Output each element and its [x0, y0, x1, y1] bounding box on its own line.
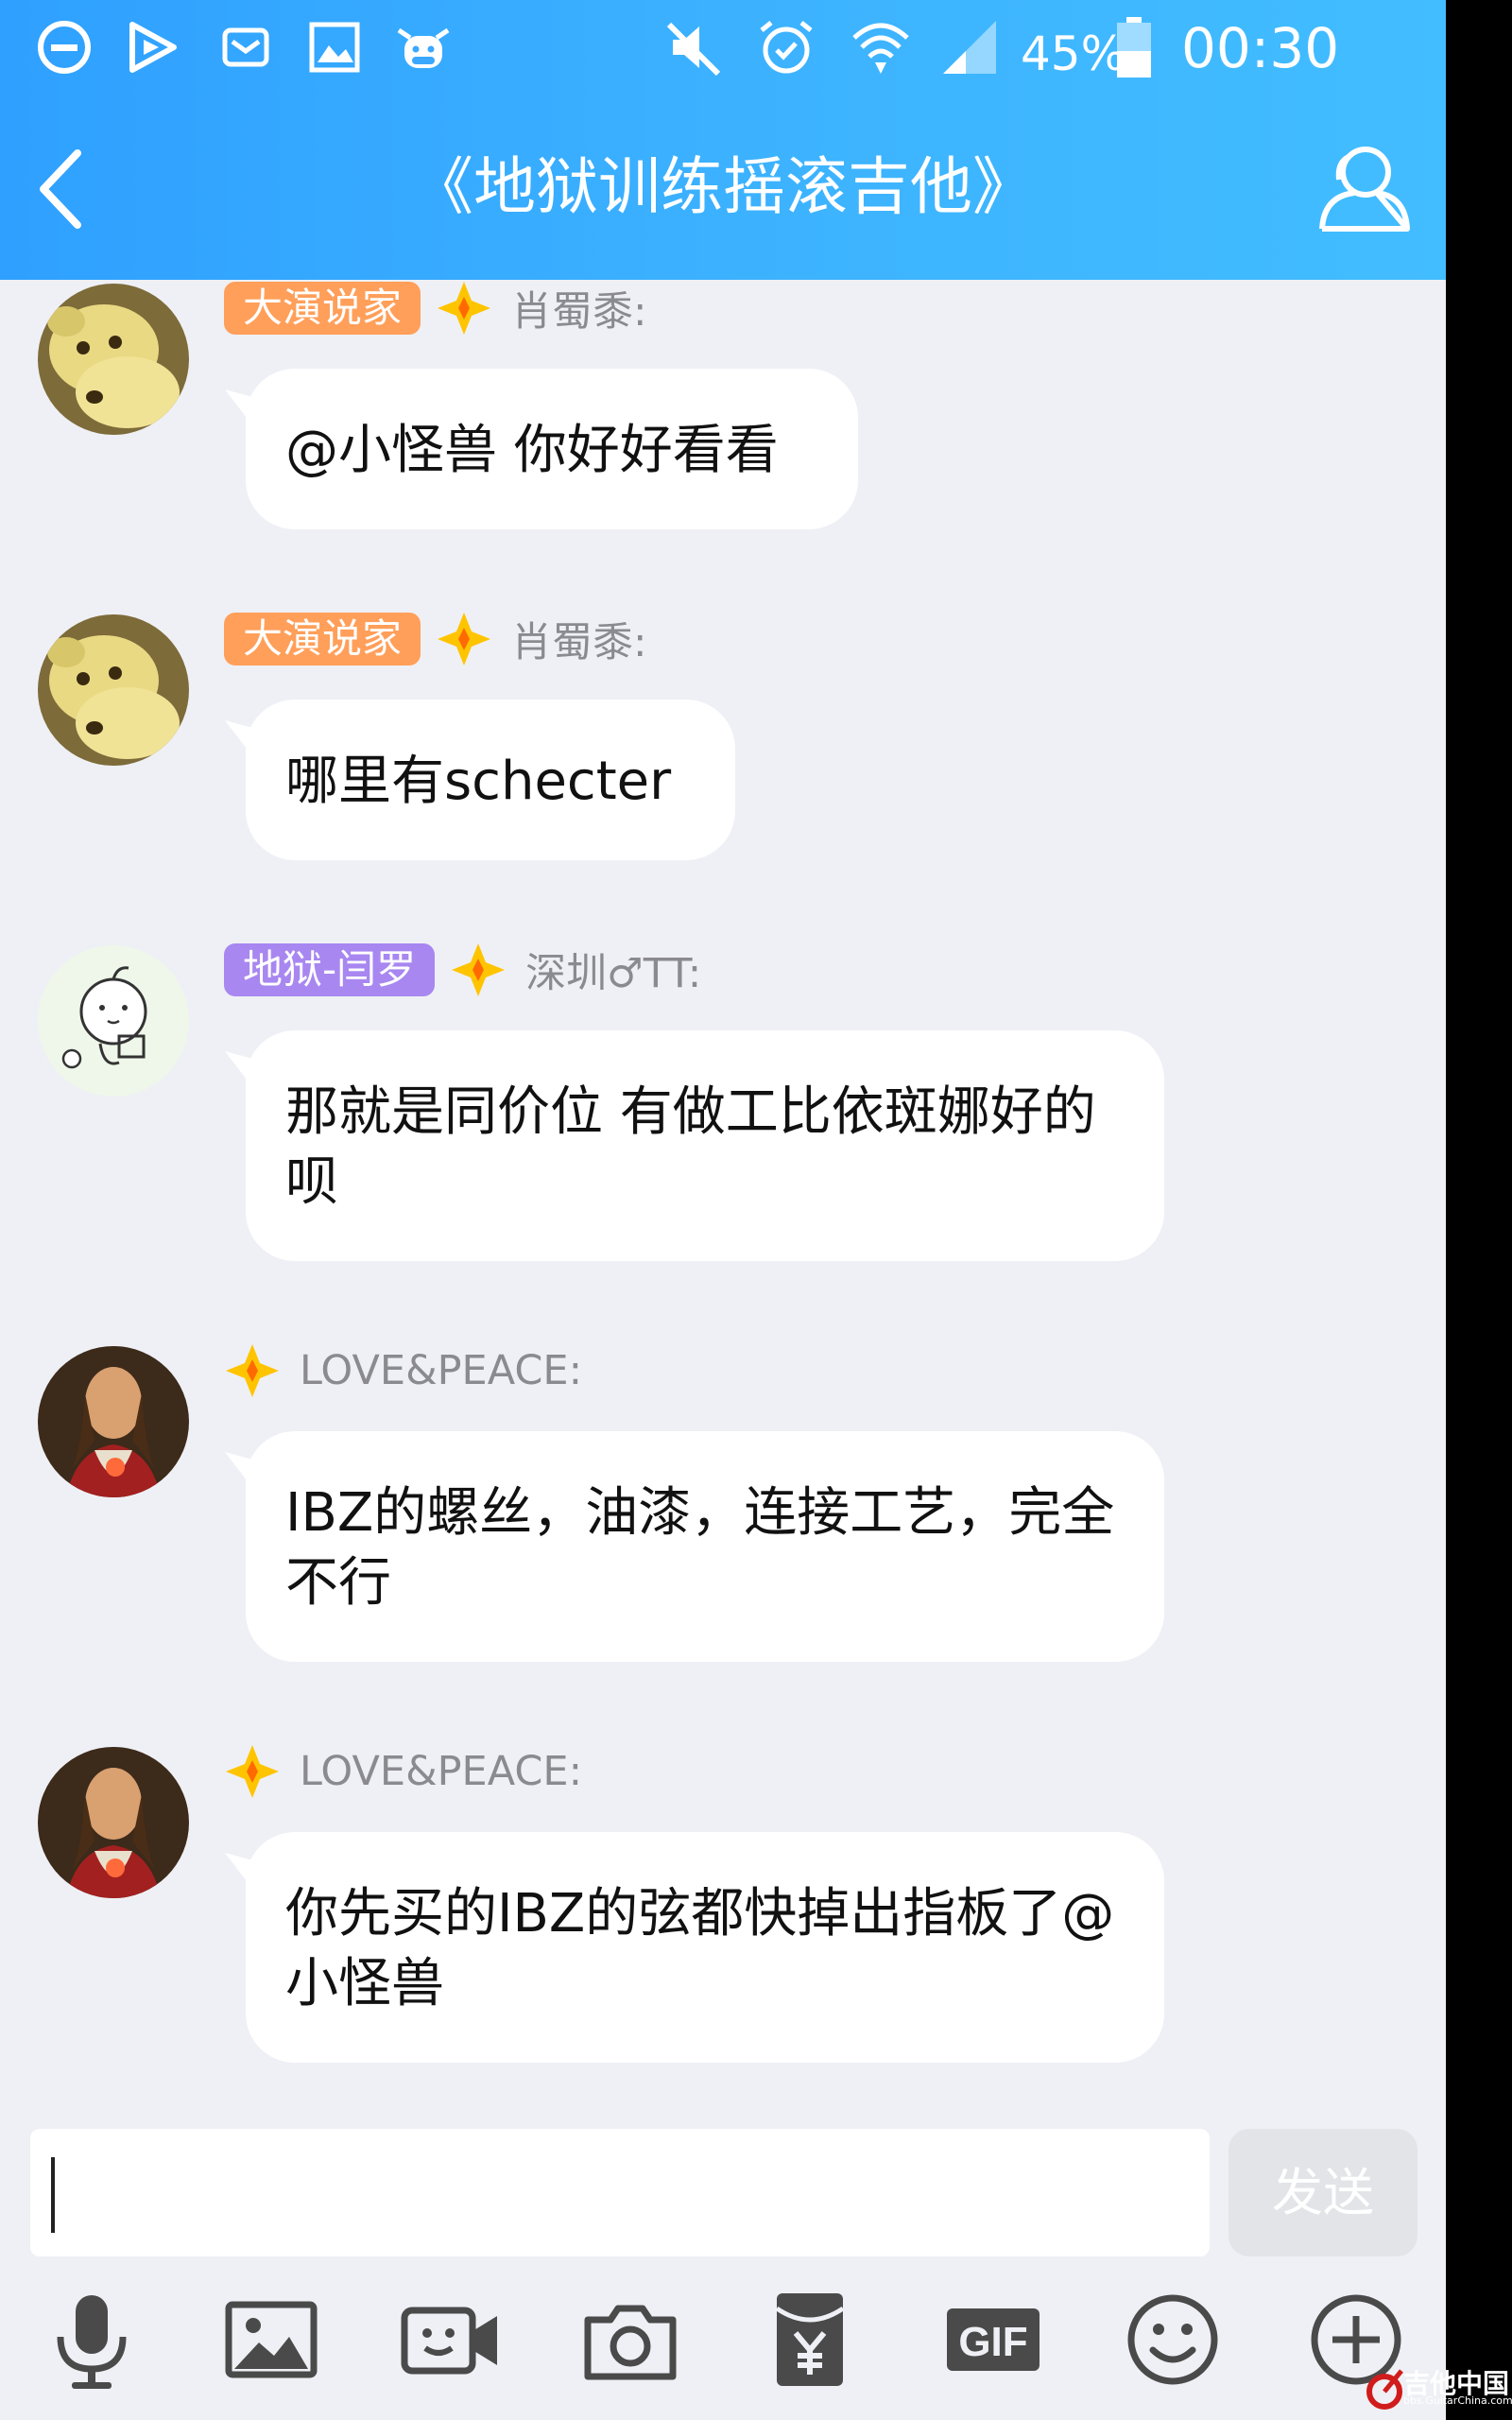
message-meta: 大演说家 肖蜀黍: [224, 611, 647, 667]
group-members-icon [1319, 147, 1410, 232]
image-icon[interactable] [219, 2288, 323, 2392]
star-icon [226, 1745, 279, 1798]
group-members-button[interactable] [1309, 134, 1415, 240]
star-icon [438, 282, 491, 335]
text-cursor [51, 2157, 55, 2233]
do-not-disturb-icon [34, 17, 94, 78]
cow-app-icon [393, 17, 454, 78]
star-icon [438, 613, 491, 666]
message-meta: 地狱-闫罗 深圳♂TT: [224, 942, 701, 998]
title-badge: 大演说家 [224, 613, 421, 666]
video-call-icon[interactable] [399, 2288, 503, 2392]
message-bubble[interactable]: IBZ的螺丝，油漆，连接工艺，完全不行 [246, 1431, 1164, 1662]
title-badge: 大演说家 [224, 282, 421, 335]
gif-label: GIF [958, 2319, 1027, 2365]
message-bubble[interactable]: 哪里有schecter [246, 700, 735, 860]
message-meta: LOVE&PEACE: [224, 1342, 582, 1399]
battery-percentage: 45% [1021, 26, 1126, 81]
avatar[interactable] [38, 945, 189, 1097]
message-meta: LOVE&PEACE: [224, 1743, 582, 1800]
avatar[interactable] [38, 1747, 189, 1898]
emoji-icon[interactable] [1121, 2288, 1225, 2392]
send-button[interactable]: 发送 [1228, 2129, 1418, 2256]
sender-name: 肖蜀黍: [511, 288, 647, 336]
mute-icon [663, 17, 724, 78]
gif-icon[interactable]: GIF [941, 2288, 1045, 2392]
play-icon [121, 17, 181, 78]
watermark-subtext: bbs.GuitarChina.com [1403, 2394, 1512, 2407]
alarm-icon [756, 17, 816, 78]
clock: 00:30 [1181, 16, 1340, 80]
star-icon [452, 943, 506, 996]
avatar[interactable] [38, 614, 189, 766]
header-bar: 45% 00:30 《地狱训练摇滚吉他》 [0, 0, 1446, 280]
battery-icon [1113, 17, 1155, 78]
sender-name: 深圳♂TT: [525, 950, 702, 997]
guitar-logo-icon [1366, 2369, 1403, 2410]
signal-icon [939, 17, 1000, 78]
chat-screen: 45% 00:30 《地狱训练摇滚吉他》 大演说家 肖蜀黍: @小怪兽 你好好看… [0, 0, 1446, 2420]
sender-name: 肖蜀黍: [511, 619, 647, 666]
message-input[interactable] [30, 2129, 1210, 2256]
microphone-icon[interactable] [40, 2288, 144, 2392]
message-bubble[interactable]: 你先买的IBZ的弦都快掉出指板了@小怪兽 [246, 1832, 1164, 2063]
title-badge: 地狱-闫罗 [224, 943, 436, 996]
red-packet-icon[interactable] [758, 2288, 862, 2392]
avatar[interactable] [38, 1346, 189, 1497]
star-icon [226, 1344, 279, 1397]
camera-icon[interactable] [578, 2288, 682, 2392]
page-title: 《地狱训练摇滚吉他》 [411, 150, 1035, 223]
wifi-icon [850, 17, 911, 78]
gallery-icon [304, 17, 365, 78]
message-meta: 大演说家 肖蜀黍: [224, 280, 647, 337]
message-bubble[interactable]: @小怪兽 你好好看看 [246, 369, 858, 529]
mail-icon [215, 17, 276, 78]
avatar[interactable] [38, 284, 189, 435]
sender-name: LOVE&PEACE: [300, 1748, 583, 1795]
message-bubble[interactable]: 那就是同价位 有做工比依斑娜好的呗 [246, 1030, 1164, 1261]
sender-name: LOVE&PEACE: [300, 1347, 583, 1394]
watermark: 吉他中国 bbs.GuitarChina.com [1366, 2363, 1512, 2414]
